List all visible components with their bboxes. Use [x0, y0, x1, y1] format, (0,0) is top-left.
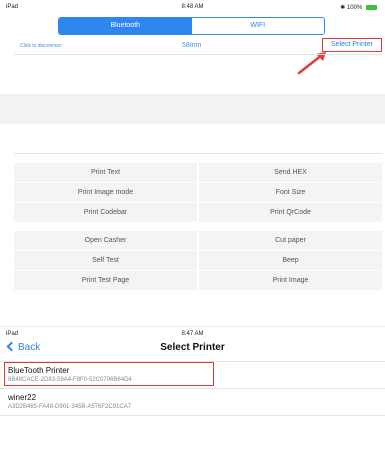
status-bar: iPad 8:48 AM ✱ 100% [0, 0, 385, 14]
select-printer-button[interactable]: Select Printer [322, 38, 382, 52]
battery-percent: 100% [346, 5, 363, 11]
bluetooth-icon: ✱ [340, 5, 346, 11]
segment-bluetooth[interactable]: Bluetooth [59, 18, 192, 34]
button-row: Print Codebar Print QrCode [14, 203, 382, 222]
disconnect-link[interactable]: Click to disconnect [20, 43, 62, 49]
status-time: 8:47 AM [181, 331, 204, 337]
print-image-mode-button[interactable]: Print Image mode [14, 183, 197, 202]
font-size-button[interactable]: Font Size [199, 183, 382, 202]
send-hex-button[interactable]: Send HEX [199, 163, 382, 182]
print-codebar-button[interactable]: Print Codebar [14, 203, 197, 222]
print-image-button[interactable]: Print Image [199, 271, 382, 290]
device-name: winer22 [8, 393, 37, 402]
battery-icon [366, 5, 377, 10]
button-row: Print Test Page Print Image [14, 271, 382, 290]
button-row: Self Test Beep [14, 251, 382, 270]
print-test-page-button[interactable]: Print Test Page [14, 271, 197, 290]
device-uuid: A3D2B485-FA48-D901-345B-A576F2C91CA7 [8, 404, 132, 410]
divider [0, 388, 385, 389]
battery-indicator: ✱ 100% [340, 4, 377, 11]
divider [0, 415, 385, 416]
status-time: 8:48 AM [181, 4, 204, 10]
device-list-item[interactable]: winer22 A3D2B485-FA48-D901-345B-A576F2C9… [0, 390, 385, 414]
print-functions-grid-1: Print Text Send HEX Print Image mode Fon… [14, 163, 382, 223]
printer-settings-screen: iPad 8:48 AM ✱ 100% Bluetooth WIFI Click… [0, 0, 385, 296]
paper-size-selector[interactable]: 58mm [182, 42, 201, 49]
navigation-bar: Back Select Printer [0, 339, 385, 359]
button-row: Print Text Send HEX [14, 163, 382, 182]
highlight-frame [4, 362, 214, 386]
button-row: Print Image mode Font Size [14, 183, 382, 202]
cut-paper-button[interactable]: Cut paper [199, 231, 382, 250]
connection-type-segmented-control: Bluetooth WIFI [58, 17, 325, 35]
select-printer-screen: iPad 8:47 AM Back Select Printer BlueToo… [0, 326, 385, 455]
beep-button[interactable]: Beep [199, 251, 382, 270]
print-text-button[interactable]: Print Text [14, 163, 197, 182]
button-row: Open Casher Cut paper [14, 231, 382, 250]
open-casher-button[interactable]: Open Casher [14, 231, 197, 250]
segment-wifi[interactable]: WIFI [191, 18, 324, 34]
separator-band [0, 94, 385, 124]
page-title: Select Printer [160, 342, 225, 353]
print-functions-grid-2: Open Casher Cut paper Self Test Beep Pri… [14, 231, 382, 291]
self-test-button[interactable]: Self Test [14, 251, 197, 270]
print-qrcode-button[interactable]: Print QrCode [199, 203, 382, 222]
divider [14, 153, 382, 154]
divider [14, 54, 382, 55]
